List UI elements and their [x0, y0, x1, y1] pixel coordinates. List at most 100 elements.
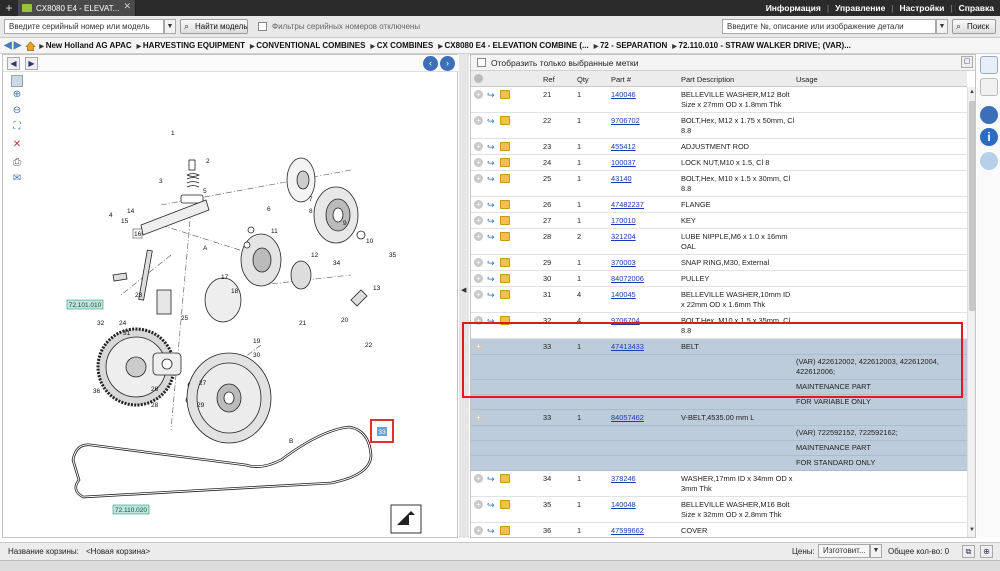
cell-part-number[interactable]: 455412	[611, 142, 636, 152]
part-box-icon[interactable]	[500, 200, 510, 209]
table-row[interactable]: + ↪ 23 1 455412 ADJUSTMENT ROD	[471, 139, 967, 155]
breadcrumb-item[interactable]: HARVESTING EQUIPMENT	[137, 41, 245, 50]
diagram-callout[interactable]: 16	[134, 231, 142, 238]
cell-part-number[interactable]: 84057462	[611, 413, 644, 423]
diagram-callout[interactable]: 35	[389, 252, 397, 259]
link-arrow-icon[interactable]: ↪	[487, 116, 495, 126]
cell-part-number[interactable]: 140046	[611, 90, 636, 100]
table-row[interactable]: + ↪ 26 1 47482237 FLANGE	[471, 197, 967, 213]
diagram-callout[interactable]: 12	[311, 252, 319, 259]
prices-dropdown[interactable]: ▼	[870, 544, 882, 558]
collapse-arrow-icon[interactable]: ◀	[461, 286, 466, 294]
diagram-callout[interactable]: 11	[271, 228, 278, 235]
row-expand-icon[interactable]: +	[474, 142, 483, 151]
zoom-out-icon[interactable]: ⊖	[11, 105, 23, 117]
breadcrumb-item[interactable]: New Holland AG APAC	[39, 41, 132, 50]
show-selected-checkbox[interactable]	[477, 58, 486, 67]
serial-dropdown-button[interactable]: ▼	[164, 19, 176, 34]
diagram-ref-link[interactable]: 72.110.020	[115, 507, 147, 514]
table-row[interactable]: +33 1 84057462 V-BELT,4535.00 mm L	[471, 410, 967, 426]
table-row[interactable]: + ↪ 29 1 370003 SNAP RING,M30, External	[471, 255, 967, 271]
diagram-callout[interactable]: 17	[221, 274, 229, 281]
row-expand-icon[interactable]: +	[474, 200, 483, 209]
header-usage[interactable]: Usage	[796, 75, 818, 84]
prev-diagram-button[interactable]: ‹	[423, 56, 438, 71]
link-arrow-icon[interactable]: ↪	[487, 158, 495, 168]
menu-info[interactable]: Информация	[766, 3, 821, 13]
row-expand-icon[interactable]: +	[474, 526, 483, 535]
diagram-callout[interactable]: 8	[309, 208, 313, 215]
diagram-callout[interactable]: 36	[93, 388, 101, 395]
cell-part-number[interactable]: 43140	[611, 174, 632, 184]
part-box-icon[interactable]	[500, 116, 510, 125]
clear-selection-icon[interactable]: ✕	[11, 139, 23, 151]
row-expand-icon[interactable]: +	[474, 232, 483, 241]
diagram-callout[interactable]: 21	[299, 320, 307, 327]
diagram-callout[interactable]: 29	[197, 402, 205, 409]
cell-part-number[interactable]: 47599662	[611, 526, 644, 536]
link-arrow-icon[interactable]: ↪	[487, 474, 495, 484]
diagram-callout[interactable]: 10	[366, 238, 374, 245]
part-box-icon[interactable]	[500, 526, 510, 535]
document-tab[interactable]: CX8080 E4 - ELEVAT... ✕	[18, 0, 136, 16]
row-expand-icon[interactable]: +	[474, 413, 483, 422]
part-box-icon[interactable]	[500, 142, 510, 151]
document-icon[interactable]	[980, 78, 998, 96]
table-row[interactable]: + ↪ 28 2 321204 LUBE NIPPLE,M6 x 1.0 x 16mm O…	[471, 229, 967, 255]
pane-splitter[interactable]: ◀	[459, 54, 469, 538]
row-expand-icon[interactable]: +	[474, 158, 483, 167]
part-box-icon[interactable]	[500, 174, 510, 183]
email-icon[interactable]: ✉	[11, 173, 23, 185]
part-box-icon[interactable]	[500, 274, 510, 283]
header-part[interactable]: Part #	[611, 75, 631, 84]
row-expand-icon[interactable]: +	[474, 474, 483, 483]
table-row[interactable]: + ↪ 35 1 140048 BELLEVILLE WASHER,M16 Bolt Si…	[471, 497, 967, 523]
prices-select[interactable]: Изготовит...	[818, 544, 870, 558]
basket-add-icon[interactable]: ⊕	[980, 545, 993, 558]
menu-management[interactable]: Управление	[835, 3, 885, 13]
header-ref[interactable]: Ref	[543, 75, 555, 84]
scroll-thumb[interactable]	[969, 101, 975, 311]
diagram-callout[interactable]: 13	[373, 285, 381, 292]
cell-part-number[interactable]: 370003	[611, 258, 636, 268]
part-box-icon[interactable]	[500, 90, 510, 99]
info-icon[interactable]: i	[980, 128, 998, 146]
diagram-callout[interactable]: 30	[253, 352, 261, 359]
table-row[interactable]: + ↪ 34 1 378246 WASHER,17mm ID x 34mm OD x 3m…	[471, 471, 967, 497]
cell-part-number[interactable]: 84072006	[611, 274, 644, 284]
diagram-callout[interactable]: 25	[181, 315, 189, 322]
row-expand-icon[interactable]: +	[474, 500, 483, 509]
diagram-callout[interactable]: 23	[135, 292, 143, 299]
diagram-callout[interactable]: 19	[253, 338, 261, 345]
back-arrow-icon[interactable]: ◀	[4, 40, 12, 51]
table-row[interactable]: + ↪ 31 4 140045 BELLEVILLE WASHER,10mm ID x 2…	[471, 287, 967, 313]
row-expand-icon[interactable]: +	[474, 290, 483, 299]
row-expand-icon[interactable]: +	[474, 116, 483, 125]
row-expand-icon[interactable]: +	[474, 90, 483, 99]
next-diagram-button[interactable]: ›	[440, 56, 455, 71]
scroll-up-icon[interactable]: ▲	[969, 89, 975, 95]
cell-part-number[interactable]: 9706702	[611, 116, 640, 126]
breadcrumb-item[interactable]: 72.110.010 - STRAW WALKER DRIVE; (VAR)..…	[672, 41, 851, 50]
magnifier-icon[interactable]	[980, 56, 998, 74]
link-arrow-icon[interactable]: ↪	[487, 90, 495, 100]
diagram-callout[interactable]: 31	[123, 330, 131, 337]
part-box-icon[interactable]	[500, 474, 510, 483]
thumbnail-icon[interactable]	[11, 75, 23, 87]
menu-settings[interactable]: Настройки	[900, 3, 945, 13]
diagram-callout[interactable]: 14	[127, 208, 135, 215]
serial-model-input[interactable]: Введите серийный номер или модель	[4, 19, 164, 34]
breadcrumb-item[interactable]: 72 - SEPARATION	[594, 41, 667, 50]
part-box-icon[interactable]	[500, 158, 510, 167]
diagram-callout[interactable]: 4	[109, 212, 113, 219]
basket-view-icon[interactable]: ⧉	[962, 545, 975, 558]
cell-part-number[interactable]: 47482237	[611, 200, 644, 210]
globe-icon[interactable]	[980, 106, 998, 124]
link-arrow-icon[interactable]: ↪	[487, 142, 495, 152]
table-options-icon[interactable]: ▢	[961, 56, 973, 68]
part-box-icon[interactable]	[500, 216, 510, 225]
part-search-input[interactable]: Введите №, описание или изображение дета…	[722, 19, 936, 34]
diagram-callout[interactable]: B	[289, 438, 293, 445]
diagram-callout[interactable]: 18	[231, 288, 239, 295]
forward-arrow-icon[interactable]: ▶	[14, 40, 22, 51]
